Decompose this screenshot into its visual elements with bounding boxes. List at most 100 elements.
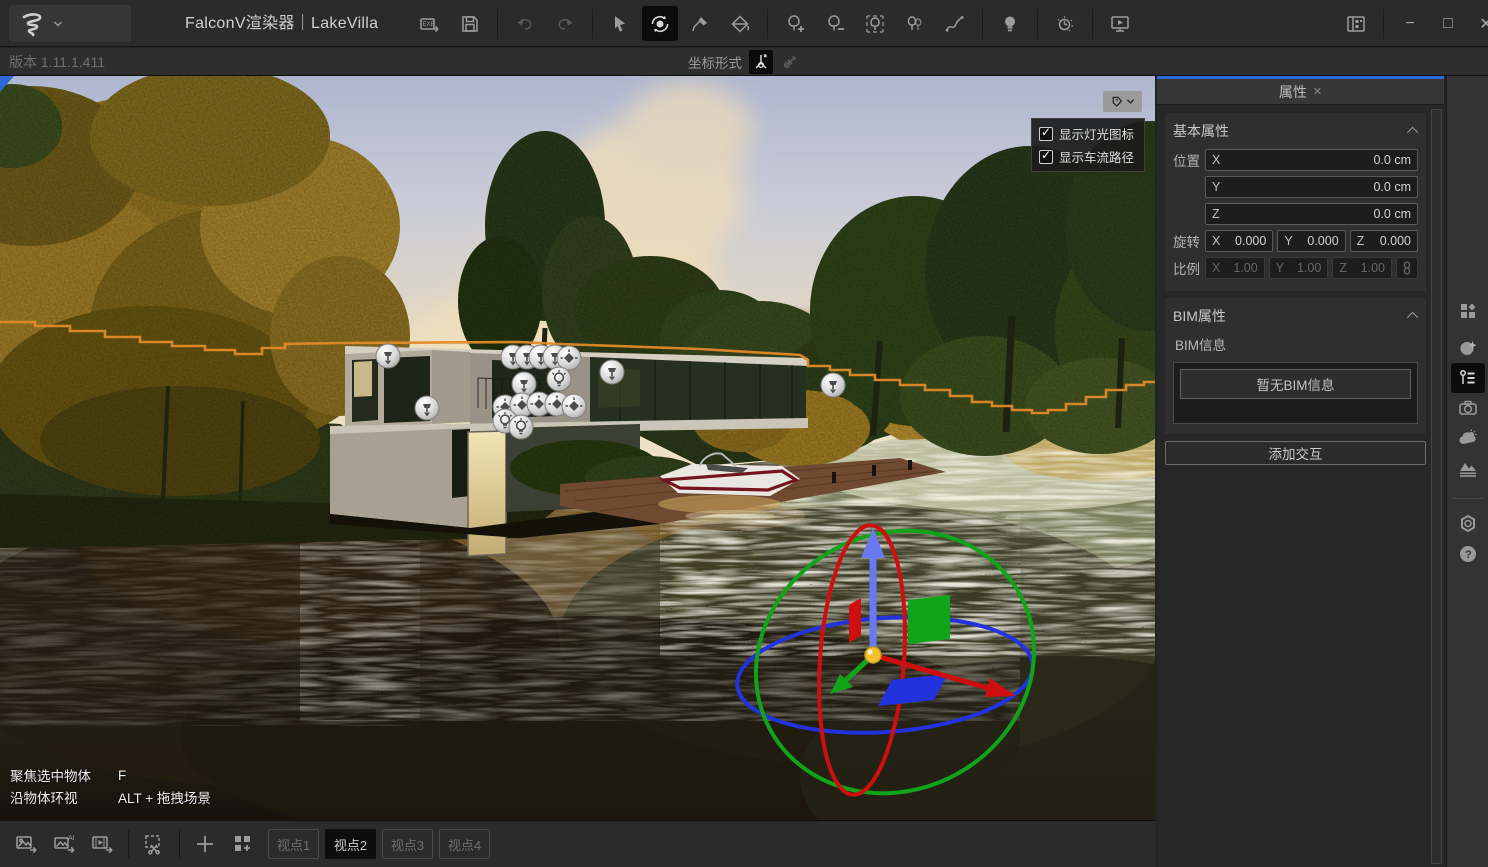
viewpoint-1-button[interactable]: 视点1 — [268, 829, 319, 859]
axis-local-icon[interactable] — [778, 50, 802, 74]
svg-text:?: ? — [1465, 549, 1472, 561]
light-icon[interactable] — [600, 360, 624, 384]
chevron-down-icon — [53, 19, 63, 29]
settings-icon[interactable] — [1451, 509, 1485, 539]
checkbox-label: 显示车流路径 — [1059, 147, 1134, 166]
camera-icon[interactable] — [1451, 393, 1485, 423]
light-icon[interactable] — [547, 367, 571, 391]
collapse-chevron-icon[interactable] — [1407, 127, 1418, 138]
material-blocks-icon[interactable] — [1451, 296, 1485, 326]
viewpoint-3-button[interactable]: 视点3 — [382, 829, 433, 859]
render-viewport[interactable]: ✓ 显示灯光图标 ✓ 显示车流路径 聚焦选中物体 F 沿物体环视 ALT + 拖… — [0, 76, 1155, 820]
light-icon[interactable] — [512, 372, 536, 396]
path-spline-icon[interactable] — [937, 6, 973, 41]
properties-tab[interactable]: 属性 ✕ — [1157, 79, 1444, 105]
tree-scatter-icon[interactable] — [897, 6, 933, 41]
position-y-input[interactable]: Y0.0 cm — [1205, 176, 1418, 198]
light-icon[interactable] — [562, 394, 586, 418]
scene-canvas — [0, 76, 1155, 820]
light-icon[interactable] — [509, 415, 533, 439]
toolbar-separator — [1037, 9, 1038, 39]
viewpoint-4-button[interactable]: 视点4 — [439, 829, 490, 859]
rotation-label: 旋转 — [1173, 231, 1205, 251]
media-player-icon[interactable] — [1102, 6, 1138, 41]
bottom-toolbar: AI 视点1 视点2 视点3 视点4 — [0, 820, 1156, 867]
light-icon[interactable] — [557, 346, 581, 370]
object-properties-icon[interactable] — [1451, 363, 1485, 393]
panel-layout-icon[interactable] — [1338, 6, 1374, 41]
eyedropper-icon[interactable] — [682, 6, 718, 41]
light-icon[interactable] — [415, 396, 439, 420]
right-tool-strip: ? — [1446, 76, 1488, 867]
basic-properties-section: 基本属性 位置 X0.0 cm Y0.0 cm Z0.0 cm — [1165, 113, 1426, 291]
svg-text:AI: AI — [68, 835, 75, 842]
light-icon[interactable] — [376, 344, 400, 368]
properties-panel: 属性 ✕ 基本属性 位置 X0.0 cm Y0.0 cm — [1157, 76, 1444, 867]
position-x-input[interactable]: X0.0 cm — [1205, 149, 1418, 171]
shortcut-hints: 聚焦选中物体 F 沿物体环视 ALT + 拖拽场景 — [10, 764, 211, 808]
gizmo-center[interactable] — [865, 647, 881, 663]
panel-scrollbar[interactable] — [1431, 109, 1442, 864]
save-icon[interactable] — [452, 6, 488, 41]
rotation-y-input[interactable]: Y0.000 — [1277, 230, 1345, 252]
close-button[interactable]: ✕ — [1469, 6, 1488, 41]
paint-bucket-icon[interactable] — [722, 6, 758, 41]
hint-shortcut: F — [118, 768, 126, 783]
bim-empty-placeholder: 暂无BIM信息 — [1180, 369, 1411, 399]
scale-y-input[interactable]: Y1.00 — [1269, 257, 1329, 279]
select-tool-icon[interactable] — [602, 6, 638, 41]
tree-remove-icon[interactable] — [817, 6, 853, 41]
redo-icon[interactable] — [547, 6, 583, 41]
tree-select-icon[interactable] — [857, 6, 893, 41]
version-bar: 版本 1.11.1.411 坐标形式 — [0, 48, 1488, 76]
environment-weather-icon[interactable] — [1451, 423, 1485, 453]
position-z-input[interactable]: Z0.0 cm — [1205, 203, 1418, 225]
scale-x-input[interactable]: X1.00 — [1205, 257, 1265, 279]
checkbox[interactable]: ✓ — [1039, 127, 1053, 141]
export-image-ai-icon[interactable]: AI — [46, 826, 84, 862]
add-interaction-button[interactable]: 添加交互 — [1165, 441, 1426, 465]
link-chain-icon[interactable] — [1396, 257, 1418, 279]
export-image-icon[interactable] — [8, 826, 46, 862]
properties-tab-title: 属性 — [1279, 82, 1307, 102]
bim-info-label: BIM信息 — [1175, 334, 1418, 354]
capture-crop-icon[interactable] — [135, 826, 173, 862]
undo-icon[interactable] — [507, 6, 543, 41]
toggle-show-traffic-path[interactable]: ✓ 显示车流路径 — [1032, 145, 1144, 168]
light-bulb-icon[interactable] — [992, 6, 1028, 41]
export-video-icon[interactable] — [84, 826, 122, 862]
toolbar-separator — [128, 830, 129, 858]
visibility-menu: ✓ 显示灯光图标 ✓ 显示车流路径 — [1031, 118, 1145, 172]
title-bar: FalconV渲染器｜LakeVilla EXE — [0, 0, 1488, 47]
terrain-icon[interactable] — [1451, 453, 1485, 483]
collapse-chevron-icon[interactable] — [1407, 312, 1418, 323]
add-viewport-grid-icon[interactable] — [224, 826, 262, 862]
minimize-button[interactable]: − — [1393, 6, 1427, 41]
time-of-day-icon[interactable] — [1047, 6, 1083, 41]
viewpoint-2-button[interactable]: 视点2 — [325, 829, 376, 859]
toolbar-separator — [179, 830, 180, 858]
maximize-button[interactable]: □ — [1431, 6, 1465, 41]
section-title: 基本属性 — [1173, 121, 1229, 141]
light-icon[interactable] — [821, 373, 845, 397]
orbit-move-tool-icon[interactable] — [642, 6, 678, 41]
rotation-x-input[interactable]: X0.000 — [1205, 230, 1273, 252]
help-icon[interactable]: ? — [1451, 539, 1485, 569]
axis-global-icon[interactable] — [749, 50, 773, 74]
gizmo-plane-x[interactable] — [849, 598, 861, 643]
add-icon[interactable] — [186, 826, 224, 862]
tree-add-icon[interactable] — [777, 6, 813, 41]
checkbox[interactable]: ✓ — [1039, 150, 1053, 164]
section-title: BIM属性 — [1173, 306, 1226, 326]
tag-visibility-button[interactable] — [1103, 91, 1142, 112]
app-menu-button[interactable] — [9, 5, 131, 42]
render-sphere-icon[interactable] — [1451, 333, 1485, 363]
export-exe-icon[interactable]: EXE — [412, 6, 448, 41]
toggle-show-light-icons[interactable]: ✓ 显示灯光图标 — [1032, 122, 1144, 145]
gizmo-plane-y[interactable] — [908, 595, 950, 644]
toolbar-separator — [592, 9, 593, 39]
rotation-z-input[interactable]: Z0.000 — [1350, 230, 1418, 252]
bim-info-box: 暂无BIM信息 — [1173, 362, 1418, 424]
scale-z-input[interactable]: Z1.00 — [1332, 257, 1392, 279]
close-icon[interactable]: ✕ — [1313, 85, 1322, 98]
